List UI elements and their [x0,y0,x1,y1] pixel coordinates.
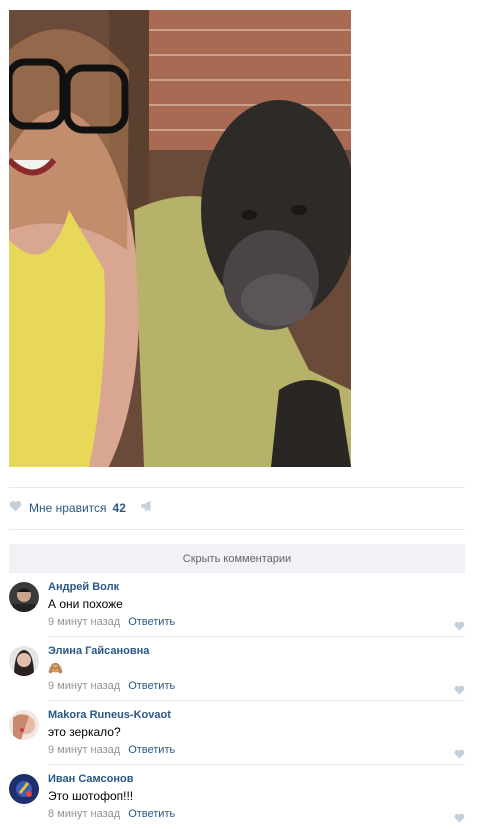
comment-like-button[interactable] [454,618,465,636]
comment-meta: 9 минут назад Ответить [48,680,175,692]
heart-icon [454,618,465,635]
comment: Иван Самсонов Это шотофоп!!! 8 минут наз… [9,765,465,829]
comment-author[interactable]: Элина Гайсановна [48,645,149,657]
comment-meta: 9 минут назад Ответить [48,744,175,756]
comment-author[interactable]: Makora Runeus-Kovaot [48,709,171,721]
reply-link[interactable]: Ответить [128,680,175,692]
comment-text: 🙈 [48,661,63,675]
heart-icon [454,746,465,763]
comment-like-button[interactable] [454,746,465,764]
reply-link[interactable]: Ответить [128,616,175,628]
comment-time[interactable]: 9 минут назад [48,616,120,628]
comment-meta: 9 минут назад Ответить [48,616,175,628]
post-photo[interactable] [9,10,351,467]
avatar[interactable] [9,646,39,676]
like-label: Мне нравится [29,501,107,515]
comment: Makora Runeus-Kovaot это зеркало? 9 мину… [9,701,465,765]
reply-link[interactable]: Ответить [128,808,175,820]
heart-icon [9,499,22,517]
comment-text: А они похоже [48,597,123,611]
megaphone-icon [140,499,154,517]
hide-comments-button[interactable]: Скрыть комментарии [9,544,465,573]
comment-time[interactable]: 8 минут назад [48,808,120,820]
divider [9,529,465,530]
comment-time[interactable]: 9 минут назад [48,680,120,692]
divider [9,487,465,488]
comment: Элина Гайсановна 🙈 9 минут назад Ответить [9,637,465,701]
reply-link[interactable]: Ответить [128,744,175,756]
heart-icon [454,682,465,699]
comment: Андрей Волк А они похоже 9 минут назад От… [9,573,465,637]
post-actions: Мне нравится 42 [9,499,154,517]
heart-icon [454,810,465,827]
like-button[interactable]: Мне нравится 42 [9,499,126,517]
comment-text: это зеркало? [48,725,121,739]
comment-text: Это шотофоп!!! [48,789,134,803]
comment-like-button[interactable] [454,682,465,700]
share-button[interactable] [140,499,154,517]
comment-like-button[interactable] [454,810,465,828]
avatar[interactable] [9,582,39,612]
avatar[interactable] [9,774,39,804]
avatar[interactable] [9,710,39,740]
comment-time[interactable]: 9 минут назад [48,744,120,756]
comment-meta: 8 минут назад Ответить [48,808,175,820]
like-count: 42 [112,501,126,515]
comment-author[interactable]: Иван Самсонов [48,773,134,785]
comment-author[interactable]: Андрей Волк [48,581,119,593]
